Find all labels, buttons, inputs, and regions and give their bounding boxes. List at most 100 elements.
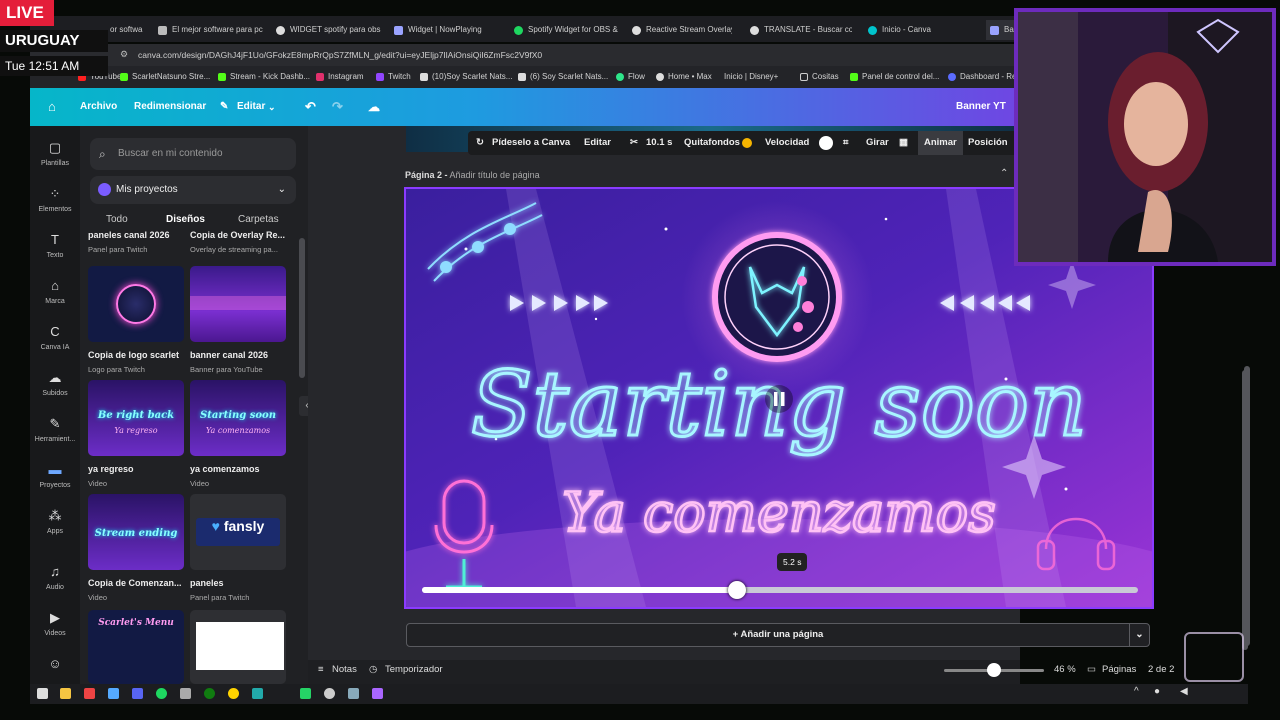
projects-dropdown[interactable]: Mis proyectos ⌄	[90, 176, 296, 204]
rail-templates[interactable]: ▢ Plantillas	[30, 140, 80, 167]
file-menu[interactable]: Archivo	[80, 88, 117, 126]
design-card[interactable]: paneles canal 2026 Panel para Twitch	[88, 230, 184, 254]
rail-canva-ai[interactable]: C Canva IA	[30, 324, 80, 351]
bookmark-item[interactable]: (6) Soy Scarlet Nats...	[518, 66, 608, 88]
app-icon[interactable]	[108, 688, 119, 699]
crop-icon[interactable]: ⌗	[843, 131, 848, 155]
rail-text[interactable]: T Texto	[30, 232, 80, 259]
volume-icon[interactable]: ◀	[1180, 686, 1188, 697]
xbox-icon[interactable]	[204, 688, 215, 699]
url-text[interactable]: canva.com/design/DAGhJ4jF1Uo/GFokzE8mpRr…	[138, 44, 542, 66]
browser-tab[interactable]: Inicio - Canva	[868, 20, 964, 40]
search-input[interactable]: ⌕ Buscar en mi contenido	[90, 138, 296, 170]
zoom-handle[interactable]	[987, 663, 1001, 677]
add-page-title[interactable]: Añadir título de página	[450, 170, 540, 180]
tray-chevron-icon[interactable]: ^	[1134, 686, 1139, 697]
panel-scrollbar[interactable]	[299, 238, 305, 378]
bookmark-item[interactable]: Twitch	[376, 66, 411, 88]
design-title[interactable]: Banner YT	[956, 88, 1006, 126]
app-icon[interactable]	[348, 688, 359, 699]
site-info-icon[interactable]: ⚙	[120, 49, 128, 60]
rail-uploads[interactable]: ☁ Subidos	[30, 370, 80, 397]
whatsapp-icon[interactable]	[300, 688, 311, 699]
browser-tab[interactable]: El mejor software para pc	[158, 20, 266, 40]
ask-canva-button[interactable]: Pídeselo a Canva	[492, 131, 570, 155]
app-icon[interactable]	[372, 688, 383, 699]
tab-designs[interactable]: Diseños	[166, 214, 205, 225]
bookmark-item[interactable]: Cositas	[800, 66, 839, 88]
resize-button[interactable]: Redimensionar	[134, 88, 206, 126]
speed-button[interactable]: Velocidad	[765, 131, 809, 155]
design-card[interactable]: Copia de logo scarlet Logo para Twitch	[88, 266, 184, 374]
bg-remove-button[interactable]: Quitafondos	[684, 131, 740, 155]
microphone-icon[interactable]: ●	[1154, 686, 1160, 697]
undo-icon[interactable]: ↶	[305, 88, 316, 126]
color-swatch[interactable]	[819, 136, 833, 150]
edit-button[interactable]: Editar	[584, 131, 611, 155]
rail-elements[interactable]: ⁘ Elementos	[30, 186, 80, 213]
windows-start-icon[interactable]	[37, 688, 48, 699]
zoom-value[interactable]: 46 %	[1054, 660, 1076, 680]
browser-tab[interactable]: Widget | NowPlaying	[394, 20, 494, 40]
browser-tab[interactable]: Reactive Stream Overlays	[632, 20, 732, 40]
bookmark-item[interactable]: ScarletNatsuno Stre...	[120, 66, 210, 88]
notes-button[interactable]: Notas	[332, 660, 357, 680]
crown-icon	[742, 138, 752, 148]
bookmark-item[interactable]: Panel de control del...	[850, 66, 939, 88]
bookmark-item[interactable]: Stream - Kick Dashb...	[218, 66, 310, 88]
file-explorer-icon[interactable]	[60, 688, 71, 699]
browser-tab[interactable]: TRANSLATE - Buscar con	[750, 20, 852, 40]
rail-projects[interactable]: ▬ Proyectos	[30, 462, 80, 489]
rail-audio[interactable]: ♫ Audio	[30, 564, 80, 591]
obs-icon[interactable]	[324, 688, 335, 699]
bookmark-item[interactable]: Home • Max	[656, 66, 712, 88]
app-icon[interactable]	[228, 688, 239, 699]
bookmark-item[interactable]: (10)Soy Scarlet Nats...	[420, 66, 512, 88]
bookmark-item[interactable]: Inicio | Disney+	[724, 66, 778, 88]
address-bar[interactable]: ⚙ canva.com/design/DAGhJ4jF1Uo/GFokzE8mp…	[30, 44, 1020, 66]
bookmark-item[interactable]: Dashboard - Re	[948, 66, 1016, 88]
design-card[interactable]: ♥ fansly paneles Panel para Twitch	[190, 494, 286, 602]
design-card[interactable]: Starting soon Ya comenzamos ya comenzamo…	[190, 380, 286, 488]
browser-tab[interactable]: Spotify Widget for OBS &	[514, 20, 618, 40]
stage-scrollbar[interactable]	[1242, 370, 1248, 650]
timer-button[interactable]: Temporizador	[385, 660, 443, 680]
rail-brand[interactable]: ⌂ Marca	[30, 278, 80, 305]
redo-icon[interactable]: ↷	[332, 88, 343, 126]
animate-button[interactable]: Animar	[918, 131, 963, 155]
bookmark-item[interactable]: Instagram	[316, 66, 364, 88]
chevron-down-icon[interactable]: ⌄	[1129, 624, 1149, 646]
spotify-icon[interactable]	[156, 688, 167, 699]
tab-folders[interactable]: Carpetas	[238, 214, 279, 225]
rail-more[interactable]: ☺	[30, 656, 80, 676]
design-card[interactable]	[190, 610, 286, 684]
rail-tools[interactable]: ✎ Herramient...	[30, 416, 80, 443]
timeline-track[interactable]	[422, 587, 1138, 593]
collapse-page-icon[interactable]: ⌃	[1000, 168, 1008, 179]
timeline-handle[interactable]	[728, 581, 747, 599]
design-card[interactable]: Scarlet's Menu	[88, 610, 184, 684]
design-card[interactable]: banner canal 2026 Banner para YouTube	[190, 266, 286, 374]
duration-button[interactable]: 10.1 s	[646, 131, 672, 155]
discord-icon[interactable]	[132, 688, 143, 699]
home-icon[interactable]: ⌂	[48, 88, 56, 126]
bookmark-item[interactable]: Flow	[616, 66, 645, 88]
add-page-button[interactable]: + Añadir una página ⌄	[406, 623, 1150, 647]
brave-icon[interactable]	[84, 688, 95, 699]
steam-icon[interactable]	[180, 688, 191, 699]
telegram-icon[interactable]	[252, 688, 263, 699]
pages-button[interactable]: Páginas	[1102, 660, 1136, 680]
design-card[interactable]: Copia de Overlay Re... Overlay de stream…	[190, 230, 286, 254]
flip-button[interactable]: Girar	[866, 131, 889, 155]
pause-button[interactable]	[765, 385, 793, 413]
tab-all[interactable]: Todo	[106, 214, 128, 225]
edit-menu[interactable]: Editar	[237, 88, 265, 126]
design-card[interactable]: Be right back Ya regreso ya regreso Vide…	[88, 380, 184, 488]
position-button[interactable]: Posición	[968, 131, 1008, 155]
cloud-save-icon[interactable]: ☁	[368, 88, 380, 126]
design-card[interactable]: Stream ending Copia de Comenzan... Video	[88, 494, 184, 602]
rail-videos[interactable]: ▶ Videos	[30, 610, 80, 637]
browser-tab[interactable]: WIDGET spotify para obs	[276, 20, 382, 40]
transparency-icon[interactable]: ▦	[899, 131, 908, 155]
rail-apps[interactable]: ⁂ Apps	[30, 508, 80, 535]
